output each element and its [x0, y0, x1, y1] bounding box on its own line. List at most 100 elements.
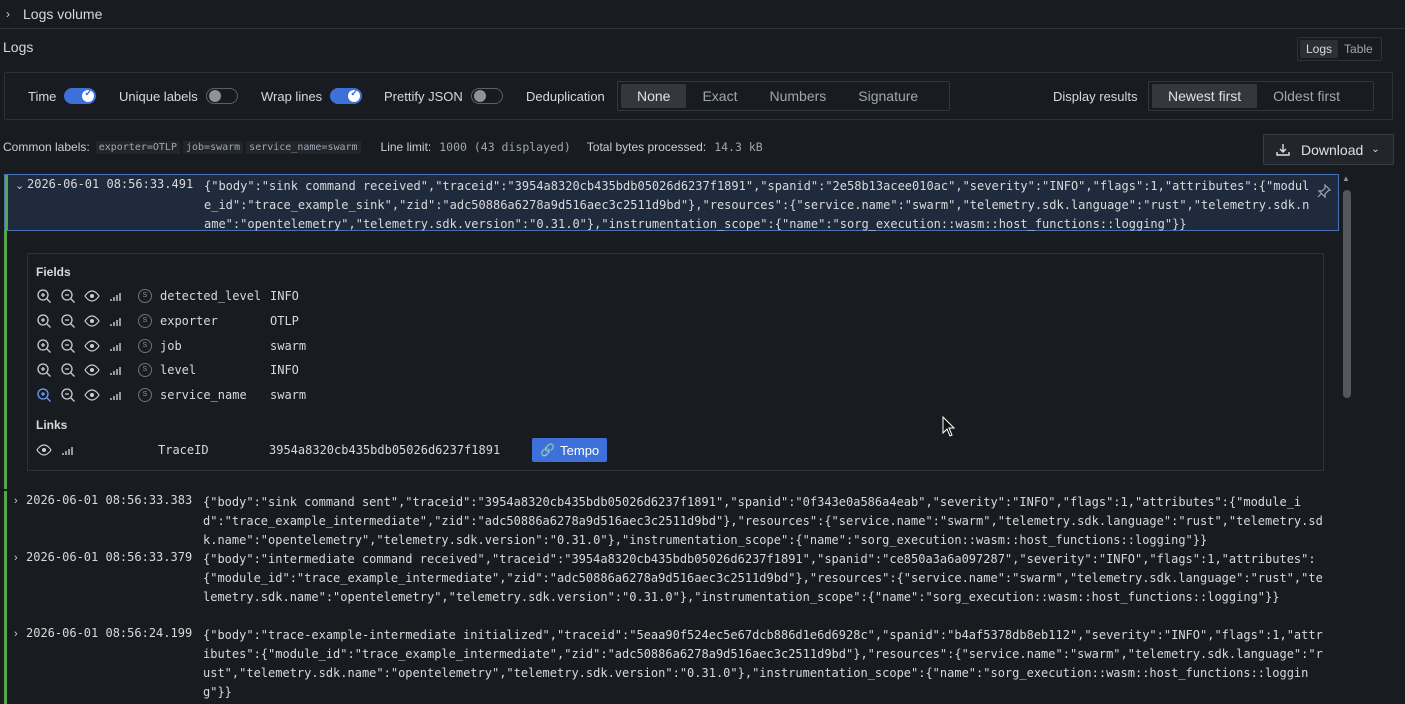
- field-value: INFO: [270, 363, 299, 377]
- logs-volume-header[interactable]: › Logs volume: [0, 0, 1405, 29]
- chevron-right-icon[interactable]: ›: [14, 552, 18, 564]
- chevron-right-icon: ›: [6, 7, 10, 21]
- zoom-out-icon[interactable]: [60, 387, 76, 403]
- log-timestamp: 2026-06-01 08:56:33.379: [26, 550, 193, 564]
- field-row-job: Sjob swarm: [36, 336, 1316, 356]
- log-line: {"body":"intermediate command received",…: [203, 552, 1323, 604]
- eye-icon[interactable]: [84, 362, 100, 378]
- log-timestamp: 2026-06-01 08:56:33.491: [27, 177, 194, 191]
- zoom-out-icon[interactable]: [60, 362, 76, 378]
- prettify-json-toggle[interactable]: [470, 88, 503, 104]
- tab-logs[interactable]: Logs: [1300, 40, 1339, 58]
- wrap-lines-option: Wrap lines: [261, 73, 363, 119]
- zoom-in-icon[interactable]: [36, 288, 52, 304]
- link-name: TraceID: [158, 443, 209, 457]
- common-label-chip: job=swarm: [182, 140, 244, 154]
- field-name: detected_level: [160, 289, 262, 303]
- sort-order-selector: Newest first Oldest first: [1148, 81, 1374, 111]
- field-name: job: [160, 339, 182, 353]
- logs-meta: Common labels: exporter=OTLP job=swarm s…: [3, 139, 763, 155]
- prettify-json-option: Prettify JSON: [384, 73, 503, 119]
- time-option: Time: [28, 73, 97, 119]
- view-toggle: Logs Table: [1297, 37, 1382, 61]
- eye-icon[interactable]: [36, 442, 52, 458]
- log-line: {"body":"trace-example-intermediate init…: [203, 628, 1323, 699]
- fields-heading: Fields: [36, 265, 71, 279]
- field-name: service_name: [160, 388, 247, 402]
- logs-volume-title: Logs volume: [23, 6, 103, 22]
- zoom-out-icon[interactable]: [60, 288, 76, 304]
- wrap-lines-label: Wrap lines: [261, 88, 323, 104]
- stats-icon[interactable]: [108, 387, 124, 403]
- zoom-in-icon[interactable]: [36, 313, 52, 329]
- download-label: Download: [1301, 141, 1364, 158]
- time-toggle[interactable]: [64, 88, 97, 104]
- field-row-detected-level: Sdetected_level INFO: [36, 286, 1316, 306]
- log-line: {"body":"sink command received","traceid…: [204, 179, 1310, 231]
- log-row[interactable]: ⌄ 2026-06-01 08:56:33.491 {"body":"sink …: [4, 174, 1339, 231]
- pin-icon[interactable]: [1316, 183, 1332, 199]
- log-timestamp: 2026-06-01 08:56:33.383: [26, 493, 193, 507]
- zoom-in-icon[interactable]: [36, 338, 52, 354]
- sort-oldest-first[interactable]: Oldest first: [1257, 84, 1356, 108]
- dedup-signature[interactable]: Signature: [842, 84, 934, 108]
- dedup-exact[interactable]: Exact: [686, 84, 753, 108]
- scroll-up-icon[interactable]: ▲: [1342, 174, 1350, 183]
- log-row[interactable]: › 2026-06-01 08:56:33.383 {"body":"sink …: [4, 491, 1339, 548]
- links-heading: Links: [36, 418, 68, 432]
- link-row-traceid: TraceID 3954a8320cb435bdb05026d6237f1891…: [36, 438, 1316, 462]
- log-options-bar: Time Unique labels Wrap lines Prettify J…: [4, 72, 1393, 120]
- stats-icon[interactable]: [108, 288, 124, 304]
- deduplication-label: Deduplication: [526, 88, 605, 104]
- eye-icon[interactable]: [84, 313, 100, 329]
- eye-icon[interactable]: [84, 387, 100, 403]
- zoom-in-icon[interactable]: [36, 362, 52, 378]
- unique-labels-option: Unique labels: [119, 73, 238, 119]
- field-value: OTLP: [270, 314, 299, 328]
- zoom-in-icon[interactable]: [36, 387, 52, 403]
- prettify-json-label: Prettify JSON: [384, 88, 463, 104]
- dedup-numbers[interactable]: Numbers: [753, 84, 842, 108]
- line-limit-label: Line limit:: [380, 140, 432, 154]
- stats-icon[interactable]: [108, 313, 124, 329]
- eye-icon[interactable]: [84, 288, 100, 304]
- tempo-link-button[interactable]: 🔗 Tempo: [532, 438, 608, 462]
- field-row-service-name: Sservice_name swarm: [36, 385, 1316, 405]
- string-type-icon: S: [138, 339, 152, 353]
- link-value: 3954a8320cb435bdb05026d6237f1891: [269, 443, 501, 457]
- stats-icon[interactable]: [108, 362, 124, 378]
- field-row-exporter: Sexporter OTLP: [36, 311, 1316, 331]
- display-results-label: Display results: [1053, 88, 1138, 104]
- unique-labels-toggle[interactable]: [205, 88, 238, 104]
- eye-icon[interactable]: [84, 338, 100, 354]
- dedup-none[interactable]: None: [621, 84, 687, 108]
- line-limit-value: 1000 (43 displayed): [439, 140, 571, 154]
- field-name: exporter: [160, 314, 218, 328]
- zoom-out-icon[interactable]: [60, 338, 76, 354]
- sort-newest-first[interactable]: Newest first: [1152, 84, 1258, 108]
- field-value: swarm: [270, 339, 307, 353]
- scrollbar-thumb[interactable]: [1343, 190, 1351, 398]
- log-row[interactable]: › 2026-06-01 08:56:24.199 {"body":"trace…: [4, 624, 1339, 704]
- deduplication-selector: None Exact Numbers Signature: [617, 81, 950, 111]
- log-row[interactable]: › 2026-06-01 08:56:33.379 {"body":"inter…: [4, 548, 1339, 624]
- bytes-processed-label: Total bytes processed:: [586, 140, 707, 154]
- chevron-right-icon[interactable]: ›: [14, 495, 18, 507]
- download-icon: [1275, 142, 1291, 158]
- common-labels-label: Common labels:: [3, 140, 90, 154]
- log-line: {"body":"sink command sent","traceid":"3…: [203, 495, 1323, 547]
- string-type-icon: S: [138, 289, 152, 303]
- chevron-down-icon: ⌄: [1371, 144, 1380, 155]
- stats-icon[interactable]: [60, 442, 76, 458]
- wrap-lines-toggle[interactable]: [330, 88, 363, 104]
- download-button[interactable]: Download ⌄: [1263, 134, 1394, 165]
- tempo-button-label: Tempo: [560, 442, 600, 458]
- chevron-down-icon[interactable]: ⌄: [15, 179, 24, 192]
- zoom-out-icon[interactable]: [60, 313, 76, 329]
- chevron-right-icon[interactable]: ›: [14, 628, 18, 640]
- field-value: INFO: [270, 289, 299, 303]
- panel-title: Logs: [3, 39, 34, 55]
- log-details-panel: Fields Sdetected_level INFO Sexporter OTLP…: [27, 253, 1324, 471]
- stats-icon[interactable]: [108, 338, 124, 354]
- tab-table[interactable]: Table: [1338, 40, 1379, 58]
